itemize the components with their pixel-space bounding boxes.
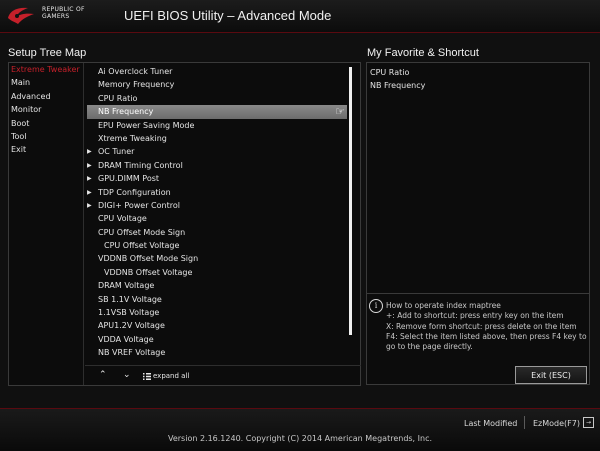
expand-arrow-icon[interactable]: ▶ — [87, 159, 92, 172]
tree-item[interactable]: 1.1VSB Voltage — [87, 306, 347, 319]
tree-item-label: DIGI+ Power Control — [98, 200, 180, 210]
exit-arrow-icon[interactable]: → — [583, 417, 594, 428]
help-text: How to operate index maptree +: Add to s… — [386, 301, 589, 352]
tree-item[interactable]: CPU Voltage — [87, 212, 347, 225]
info-icon: i — [369, 299, 383, 313]
tree-item-label: EPU Power Saving Mode — [98, 120, 195, 130]
tree-item-label: DRAM Voltage — [98, 281, 155, 291]
help-line: F4: Select the item listed above, then p… — [386, 331, 587, 352]
tree-item[interactable]: EPU Power Saving Mode — [87, 119, 347, 132]
tree-item[interactable]: NB Frequency ☞ — [87, 105, 347, 119]
root-menu-item[interactable]: Advanced — [9, 90, 83, 103]
tree-item[interactable]: ▶ OC Tuner — [87, 145, 347, 158]
tree-item-label: NB Frequency — [98, 107, 154, 117]
tree-item[interactable]: SB 1.1V Voltage — [87, 293, 347, 306]
tree-item[interactable]: ▶ GPU.DIMM Post — [87, 172, 347, 185]
header-bar: REPUBLIC OF GAMERS UEFI BIOS Utility – A… — [0, 0, 600, 33]
expand-down-icon[interactable]: ⌄ — [123, 370, 131, 380]
tree-item[interactable]: ▶ DRAM Timing Control — [87, 159, 347, 172]
help-section: i How to operate index maptree +: Add to… — [367, 299, 589, 359]
tree-item-label: GPU.DIMM Post — [98, 174, 160, 184]
panel-divider — [367, 293, 589, 294]
tree-item-label: APU1.2V Voltage — [98, 321, 165, 331]
setup-tree-panel: Extreme Tweaker Main Advanced Monitor Boot To… — [8, 62, 361, 386]
root-menu-item[interactable]: Tool — [9, 130, 83, 143]
help-line: X: Remove form shortcut: press delete on… — [386, 321, 577, 331]
brand-text: REPUBLIC OF GAMERS — [42, 6, 85, 20]
tree-item[interactable]: VDDA Voltage — [87, 333, 347, 346]
setup-tree-map-title: Setup Tree Map — [8, 47, 87, 59]
tree-item-label: VDDNB Offset Mode Sign — [98, 254, 199, 264]
tree-item[interactable]: CPU Offset Voltage — [87, 239, 347, 252]
favorites-title: My Favorite & Shortcut — [367, 47, 479, 59]
tree-item-label: SB 1.1V Voltage — [98, 294, 162, 304]
ezmode-button[interactable]: EzMode(F7) — [533, 419, 580, 428]
tree-item-label: NB VREF Voltage — [98, 348, 166, 358]
tree-item-label: Xtreme Tweaking — [98, 133, 167, 143]
expand-arrow-icon[interactable]: ▶ — [87, 172, 92, 185]
tree-item-label: OC Tuner — [98, 147, 135, 157]
tree-scrollbar[interactable] — [349, 67, 352, 335]
tree-item[interactable]: CPU Ratio — [87, 92, 347, 105]
tree-item-label: VDDA Voltage — [98, 334, 154, 344]
tree-item-label: TDP Configuration — [98, 187, 171, 197]
window-title: UEFI BIOS Utility – Advanced Mode — [124, 8, 332, 23]
tree-item-label: 1.1VSB Voltage — [98, 308, 160, 318]
favorites-list: CPU Ratio NB Frequency — [367, 66, 589, 93]
root-menu-item[interactable]: Extreme Tweaker — [9, 63, 83, 76]
list-icon[interactable] — [143, 373, 151, 380]
tree-list: Ai Overclock Tuner Memory Frequency CPU Ra… — [87, 65, 347, 361]
collapse-up-icon[interactable]: ⌃ — [99, 370, 107, 380]
bottom-bar: Last Modified EzMode(F7) → Version 2.16.… — [0, 408, 600, 451]
tree-item[interactable]: VDDNB Offset Voltage — [87, 266, 347, 279]
brand-line: REPUBLIC OF — [42, 6, 85, 13]
last-modified-button[interactable]: Last Modified — [464, 419, 517, 428]
expand-arrow-icon[interactable]: ▶ — [87, 186, 92, 199]
root-menu-item[interactable]: Main — [9, 76, 83, 89]
tree-item-label: VDDNB Offset Voltage — [104, 267, 193, 277]
tree-item-label: Ai Overclock Tuner — [98, 67, 173, 76]
favorite-item[interactable]: NB Frequency — [367, 79, 589, 92]
tree-item[interactable]: ▶ TDP Configuration — [87, 186, 347, 199]
tree-item-label: CPU Offset Voltage — [104, 241, 180, 251]
tree-item[interactable]: Memory Frequency — [87, 78, 347, 91]
favorite-item[interactable]: CPU Ratio — [367, 66, 589, 79]
root-menu-item[interactable]: Monitor — [9, 103, 83, 116]
tree-item-label: CPU Voltage — [98, 214, 147, 224]
tree-item-label: CPU Ratio — [98, 93, 138, 103]
tree-item[interactable]: DRAM Voltage — [87, 279, 347, 292]
favorites-panel: CPU Ratio NB Frequency i How to operate i… — [366, 62, 590, 385]
tree-item-label: DRAM Timing Control — [98, 160, 183, 170]
expand-arrow-icon[interactable]: ▶ — [87, 145, 92, 158]
tree-footer: ⌃ ⌄ expand all — [85, 365, 361, 386]
brand-line: GAMERS — [42, 13, 70, 20]
tree-item[interactable]: CPU Offset Mode Sign — [87, 226, 347, 239]
root-menu-item[interactable]: Boot — [9, 117, 83, 130]
expand-arrow-icon[interactable]: ▶ — [87, 199, 92, 212]
pointer-hand-icon: ☞ — [335, 105, 345, 119]
tree-item-label: CPU Offset Mode Sign — [98, 227, 186, 237]
expand-all-button[interactable]: expand all — [153, 372, 189, 380]
root-menu-item[interactable]: Exit — [9, 143, 83, 156]
tree-item[interactable]: APU1.2V Voltage — [87, 319, 347, 332]
help-line: How to operate index maptree — [386, 301, 501, 310]
rog-logo-icon — [8, 7, 34, 24]
exit-button[interactable]: Exit (ESC) — [515, 366, 587, 384]
tree-item[interactable]: ▶ DIGI+ Power Control — [87, 199, 347, 212]
separator — [524, 416, 525, 429]
tree-item-label: Memory Frequency — [98, 80, 175, 90]
help-line: +: Add to shortcut: press entry key on t… — [386, 311, 564, 321]
tree-item[interactable]: Xtreme Tweaking — [87, 132, 347, 145]
root-menu: Extreme Tweaker Main Advanced Monitor Boot To… — [9, 63, 84, 385]
tree-item[interactable]: Ai Overclock Tuner — [87, 65, 347, 78]
version-text: Version 2.16.1240. Copyright (C) 2014 Am… — [167, 434, 433, 443]
tree-item[interactable]: VDDNB Offset Mode Sign — [87, 252, 347, 265]
tree-item[interactable]: NB VREF Voltage — [87, 346, 347, 359]
